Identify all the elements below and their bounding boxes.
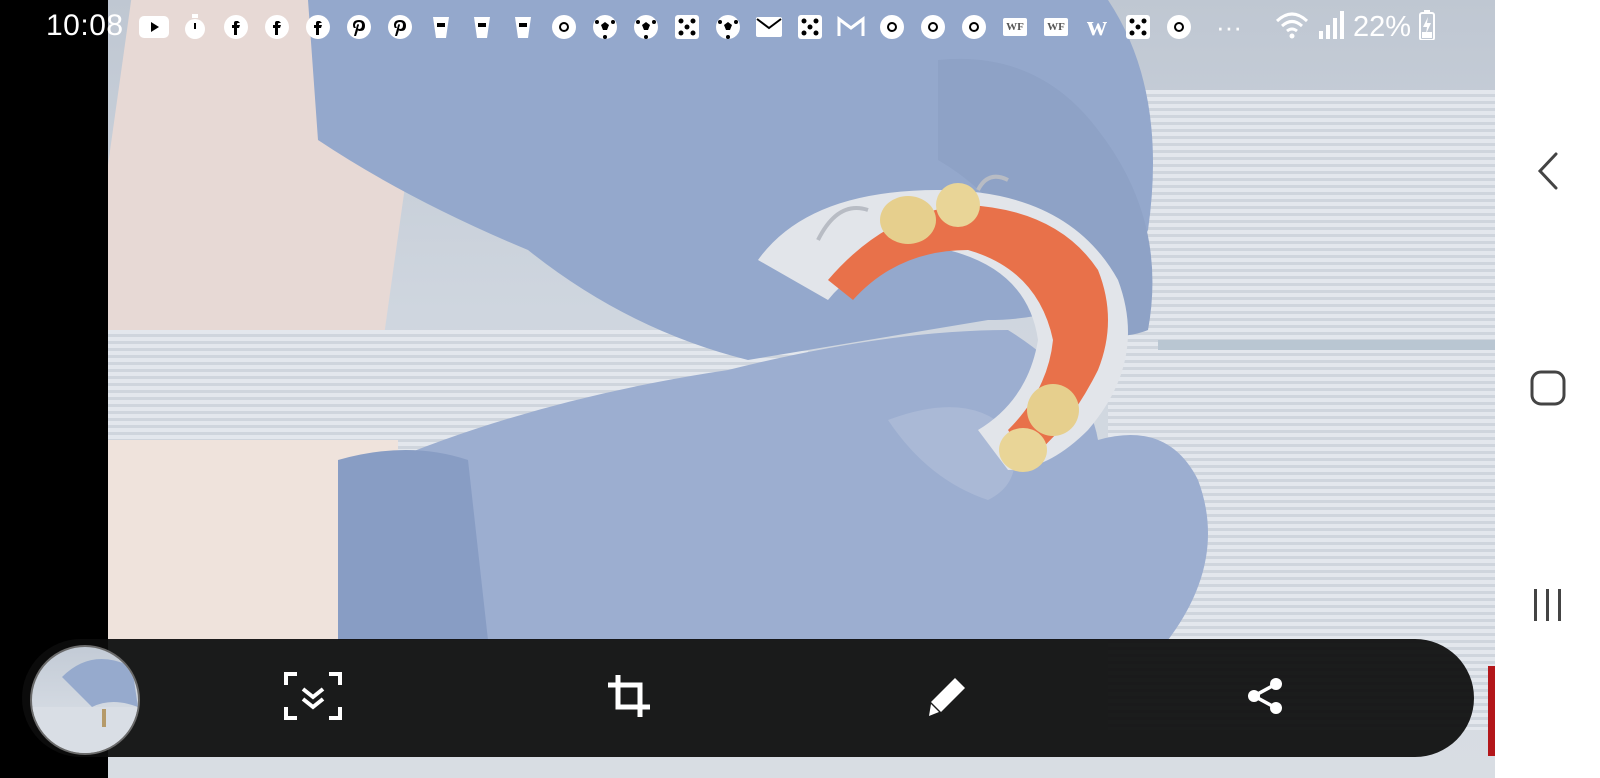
gmail-icon	[835, 11, 867, 43]
back-button[interactable]	[1495, 128, 1600, 218]
timer-icon	[179, 11, 211, 43]
scroll-capture-button[interactable]	[274, 659, 352, 737]
chrome-icon	[876, 11, 908, 43]
status-bar: 10:08 WF WF w ··· 22%	[0, 0, 1495, 54]
w-icon: w	[1086, 11, 1108, 42]
navigation-bar	[1495, 0, 1600, 778]
overflow-dots: ···	[1216, 11, 1242, 42]
soccer-ball-icon	[589, 11, 621, 43]
pinterest-icon	[343, 11, 375, 43]
facebook-icon	[261, 11, 293, 43]
facebook-icon	[220, 11, 252, 43]
cup-icon	[466, 11, 498, 43]
share-icon	[1245, 676, 1285, 721]
edit-icon	[925, 674, 969, 723]
system-icons: 22%	[1275, 9, 1435, 45]
chrome-icon	[1163, 11, 1195, 43]
soccer-ball-icon	[712, 11, 744, 43]
back-icon	[1536, 152, 1560, 195]
mail-icon	[753, 11, 785, 43]
crop-icon	[606, 673, 652, 724]
recents-icon	[1531, 587, 1565, 628]
thumbnail-preview	[32, 659, 138, 753]
facebook-icon	[302, 11, 334, 43]
status-time: 10:08	[46, 9, 124, 42]
crop-button[interactable]	[590, 659, 668, 737]
soccer-ball-icon	[630, 11, 662, 43]
cup-icon	[425, 11, 457, 43]
wf-icon: WF	[999, 11, 1031, 43]
screenshot-toolbar	[22, 639, 1474, 757]
wifi-icon	[1275, 11, 1309, 44]
recents-button[interactable]	[1495, 562, 1600, 652]
share-button[interactable]	[1226, 659, 1304, 737]
dice-icon	[794, 11, 826, 43]
chrome-icon	[548, 11, 580, 43]
chrome-icon	[958, 11, 990, 43]
cup-icon	[507, 11, 539, 43]
home-button[interactable]	[1495, 345, 1600, 435]
battery-percent: 22%	[1352, 10, 1411, 43]
screenshot-thumbnail[interactable]	[30, 645, 140, 755]
edit-button[interactable]	[908, 659, 986, 737]
home-icon	[1529, 369, 1567, 412]
pinterest-icon	[384, 11, 416, 43]
battery-charging-icon	[1419, 9, 1435, 45]
wf-icon: WF	[1040, 11, 1072, 43]
signal-icon	[1317, 10, 1345, 44]
youtube-icon	[138, 11, 170, 43]
dice-icon	[671, 11, 703, 43]
chrome-icon	[917, 11, 949, 43]
video-progress-marker	[1488, 666, 1495, 756]
dice-icon	[1122, 11, 1154, 43]
notification-icons: WF WF w ···	[138, 10, 1242, 44]
scroll-capture-icon	[283, 671, 343, 726]
